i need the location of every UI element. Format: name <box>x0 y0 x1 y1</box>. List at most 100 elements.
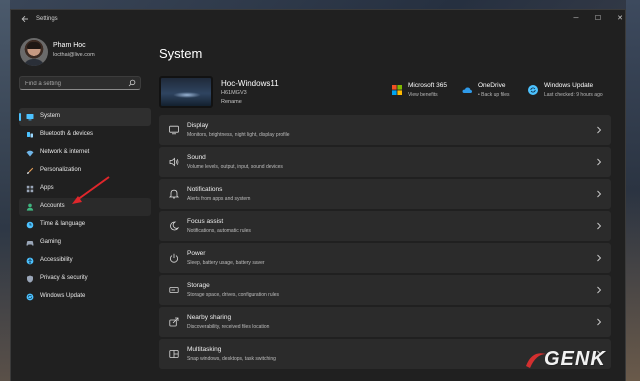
desktop-background-right <box>626 0 640 381</box>
display-icon <box>169 125 179 135</box>
setting-title: Nearby sharing <box>187 314 232 321</box>
sidebar-item-label: Personalization <box>40 167 82 173</box>
gamepad-icon <box>26 241 34 246</box>
maximize-button[interactable]: ☐ <box>590 13 606 25</box>
setting-description: Discoverability, received files location <box>187 324 270 330</box>
sidebar-item-label: System <box>40 113 61 119</box>
bluetooth-icon <box>27 132 33 138</box>
monitor-icon <box>26 114 34 121</box>
setting-description: Alerts from apps and system <box>187 196 251 202</box>
annotation-arrow <box>72 176 110 204</box>
setting-description: Monitors, brightness, night light, displ… <box>187 132 290 138</box>
windows-update-icon <box>528 85 538 95</box>
setting-title: Sound <box>187 154 206 161</box>
apps-icon <box>26 185 34 193</box>
shield-icon <box>27 275 33 283</box>
quick-status-subtitle: Last checked: 9 hours ago <box>544 92 603 98</box>
moon-icon <box>170 221 179 231</box>
brush-icon <box>27 167 34 174</box>
microsoft-365-icon <box>392 85 402 95</box>
sidebar-item-label: Bluetooth & devices <box>40 131 94 137</box>
sidebar-item-system[interactable]: System <box>19 108 151 126</box>
device-name: Hoc-Windows11 <box>221 79 279 88</box>
setting-description: Sleep, battery usage, battery saver <box>187 260 265 266</box>
accessibility-icon <box>26 257 34 265</box>
quick-status-title: OneDrive <box>478 82 506 89</box>
setting-title: Focus assist <box>187 218 224 225</box>
setting-description: Storage space, drives, configuration rul… <box>187 292 279 298</box>
profile-name: Pham Hoc <box>53 42 86 49</box>
setting-description: Notifications, automatic rules <box>187 228 251 234</box>
setting-description: Snap windows, desktops, task switching <box>187 356 276 362</box>
rename-link[interactable]: Rename <box>221 99 242 105</box>
sidebar-item-gaming[interactable]: Gaming <box>19 234 151 252</box>
setting-display[interactable]: Display Monitors, brightness, night ligh… <box>159 115 611 145</box>
chevron-right-icon <box>597 158 602 166</box>
chevron-right-icon <box>597 254 602 262</box>
chevron-right-icon <box>597 222 602 230</box>
sidebar-item-label: Accessibility <box>40 257 73 263</box>
search-box[interactable] <box>19 76 141 90</box>
chevron-right-icon <box>597 318 602 326</box>
setting-notifications[interactable]: Notifications Alerts from apps and syste… <box>159 179 611 209</box>
settings-window: Settings ─ ☐ ✕ Pham Hoc locthai@live.com… <box>10 9 626 381</box>
page-title: System <box>159 46 203 61</box>
sidebar-item-label: Accounts <box>40 203 65 209</box>
sidebar-item-label: Network & internet <box>40 149 90 155</box>
quick-status-title: Windows Update <box>544 82 594 89</box>
speaker-icon <box>169 157 179 167</box>
quick-status-subtitle: • Back up files <box>478 92 510 98</box>
power-icon <box>170 253 178 263</box>
setting-title: Power <box>187 250 206 257</box>
setting-title: Storage <box>187 282 210 289</box>
chevron-right-icon <box>597 190 602 198</box>
close-button[interactable]: ✕ <box>612 13 625 25</box>
multitasking-icon <box>169 350 179 358</box>
sidebar-item-label: Privacy & security <box>40 275 88 281</box>
bell-icon <box>169 189 179 199</box>
sidebar-item-privacy-security[interactable]: Privacy & security <box>19 270 151 288</box>
settings-list: Display Monitors, brightness, night ligh… <box>159 115 611 371</box>
setting-sound[interactable]: Sound Volume levels, output, input, soun… <box>159 147 611 177</box>
device-model: H61MGV3 <box>221 90 247 96</box>
sidebar-item-bluetooth-devices[interactable]: Bluetooth & devices <box>19 126 151 144</box>
sidebar-item-accessibility[interactable]: Accessibility <box>19 252 151 270</box>
sidebar-item-windows-update[interactable]: Windows Update <box>19 288 151 306</box>
window-title: Settings <box>36 16 58 22</box>
setting-nearby-sharing[interactable]: Nearby sharing Discoverability, received… <box>159 307 611 337</box>
setting-title: Multitasking <box>187 346 222 353</box>
active-indicator <box>19 113 21 121</box>
genk-watermark: GENK <box>524 348 628 372</box>
update-icon <box>26 293 34 301</box>
sidebar-item-label: Gaming <box>40 239 62 245</box>
desktop-background-left <box>0 0 10 381</box>
sidebar-item-time-language[interactable]: Time & language <box>19 216 151 234</box>
onedrive-icon <box>462 87 472 93</box>
setting-storage[interactable]: Storage Storage space, drives, configura… <box>159 275 611 305</box>
sidebar-item-label: Windows Update <box>40 293 86 299</box>
setting-title: Notifications <box>187 186 223 193</box>
search-input[interactable] <box>25 78 125 89</box>
globe-clock-icon <box>26 221 34 229</box>
quick-status-title: Microsoft 365 <box>408 82 448 89</box>
setting-power[interactable]: Power Sleep, battery usage, battery save… <box>159 243 611 273</box>
sidebar-item-label: Time & language <box>40 221 86 227</box>
chevron-right-icon <box>597 126 602 134</box>
share-icon <box>169 317 179 327</box>
device-wallpaper-thumbnail <box>159 76 213 108</box>
back-arrow-icon <box>21 15 28 23</box>
sidebar-item-label: Apps <box>40 185 54 191</box>
search-icon[interactable] <box>128 79 136 87</box>
setting-focus-assist[interactable]: Focus assist Notifications, automatic ru… <box>159 211 611 241</box>
title-bar: Settings ─ ☐ ✕ <box>11 10 625 32</box>
avatar[interactable] <box>20 38 48 66</box>
back-button[interactable] <box>19 15 31 27</box>
storage-icon <box>169 287 179 293</box>
setting-title: Display <box>187 122 209 129</box>
watermark-text: GENK <box>544 348 606 370</box>
minimize-button[interactable]: ─ <box>568 13 584 25</box>
profile-email: locthai@live.com <box>53 52 95 58</box>
sidebar-nav: System Bluetooth & devices Network & int… <box>19 108 151 306</box>
setting-description: Volume levels, output, input, sound devi… <box>187 164 283 170</box>
sidebar-item-network-internet[interactable]: Network & internet <box>19 144 151 162</box>
